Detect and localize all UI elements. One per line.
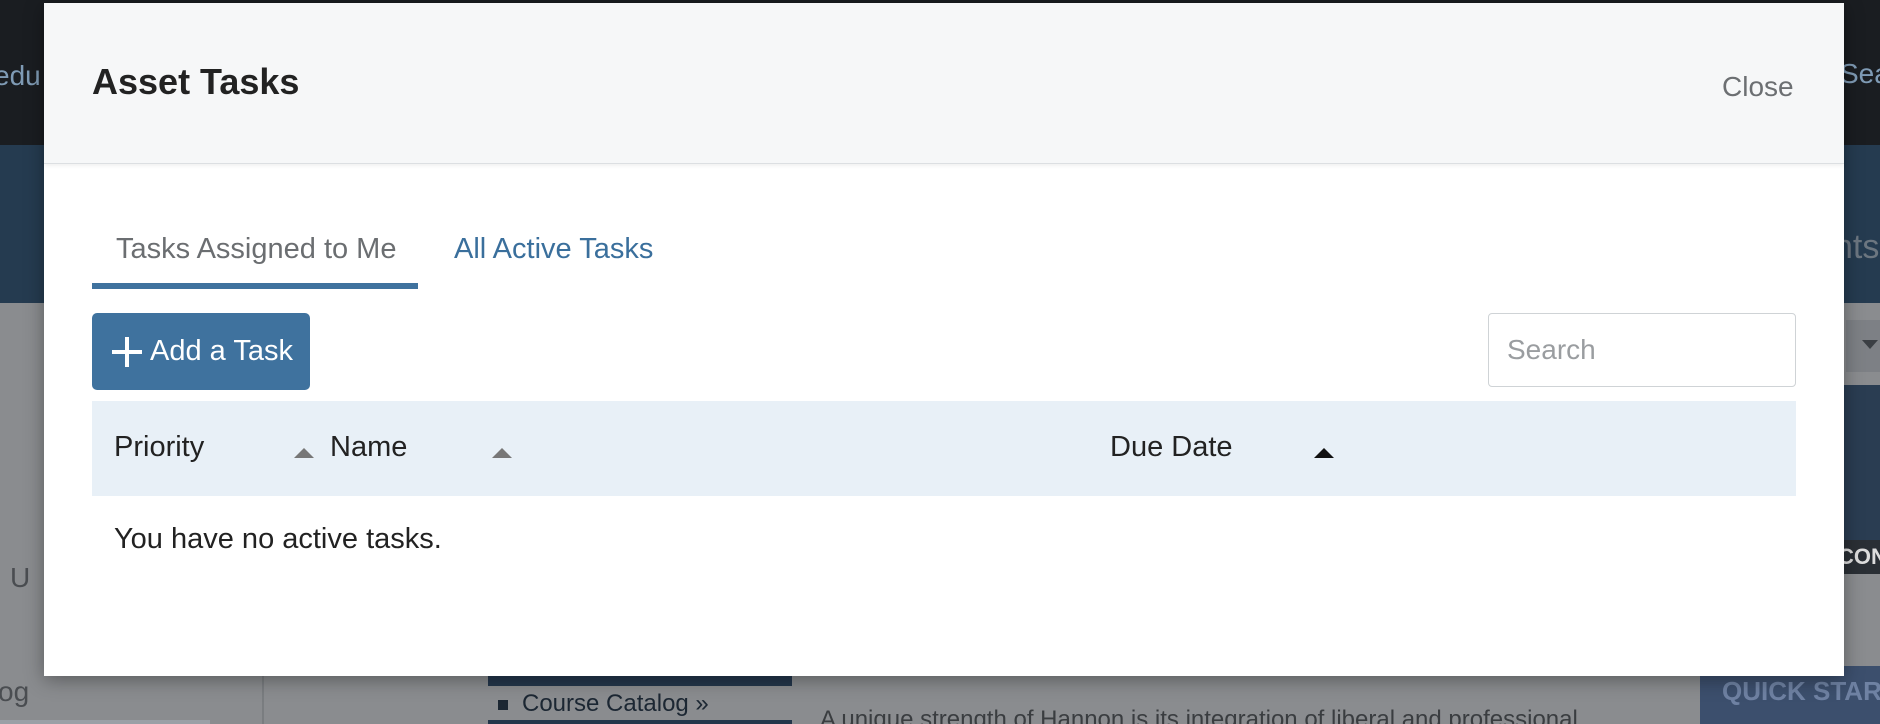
modal-header: Asset Tasks Close <box>44 3 1844 164</box>
modal-title: Asset Tasks <box>92 61 300 102</box>
background-nav-fragment-right: Sea <box>1840 58 1880 89</box>
background-left-panel <box>0 720 210 724</box>
add-task-button[interactable]: Add a Task <box>92 313 310 390</box>
background-catalog-bar <box>488 676 792 686</box>
search-input[interactable] <box>1488 313 1796 387</box>
sort-ascending-icon[interactable] <box>492 448 512 458</box>
close-button[interactable]: Close <box>1722 71 1794 103</box>
background-catalog-underline <box>488 720 792 724</box>
course-catalog-label: Course Catalog » <box>522 690 709 717</box>
column-header-due-date[interactable]: Due Date <box>1110 431 1233 464</box>
asset-tasks-modal: Asset Tasks Close Tasks Assigned to Me A… <box>44 3 1844 676</box>
sort-ascending-icon-active[interactable] <box>1314 448 1334 458</box>
column-header-name[interactable]: Name <box>330 431 407 464</box>
sort-ascending-icon[interactable] <box>294 448 314 458</box>
tab-all-active-tasks[interactable]: All Active Tasks <box>454 223 653 289</box>
column-header-priority[interactable]: Priority <box>114 431 204 464</box>
bullet-icon <box>498 699 508 710</box>
plus-icon <box>112 336 142 367</box>
background-panel <box>1840 385 1880 545</box>
background-body-text: A unique strength of Hannon is its integ… <box>820 706 1578 724</box>
background-left-fragment-u: U <box>10 562 31 593</box>
chevron-down-icon <box>1862 340 1878 349</box>
add-task-label: Add a Task <box>150 335 293 367</box>
empty-state-message: You have no active tasks. <box>114 523 442 555</box>
background-left-fragment-og: og <box>0 676 30 707</box>
background-course-catalog-link: Course Catalog » <box>498 690 709 718</box>
table-header: Priority Name Due Date <box>92 401 1796 496</box>
tab-tasks-assigned-to-me[interactable]: Tasks Assigned to Me <box>92 223 418 289</box>
background-nav-fragment-left: edu <box>0 60 41 91</box>
